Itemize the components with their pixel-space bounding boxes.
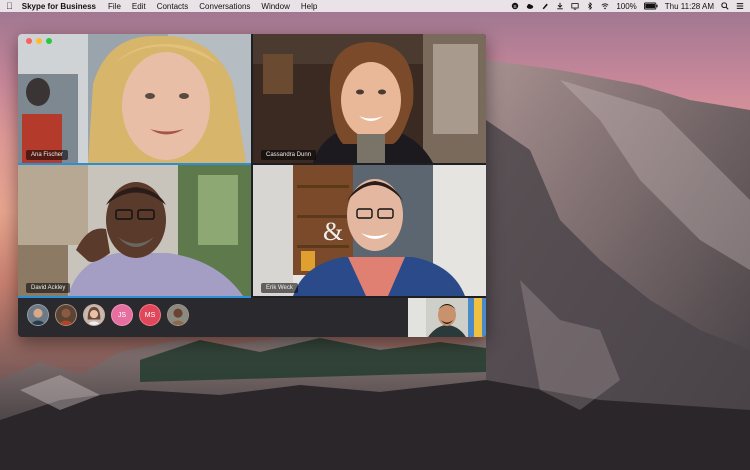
download-icon[interactable]: [556, 2, 564, 10]
avatar-photo: [28, 305, 48, 325]
menu-help[interactable]: Help: [301, 2, 317, 11]
avatar-initials: MS: [144, 311, 156, 319]
participant-video: [18, 165, 251, 296]
participant-name-label: David Ackley: [26, 283, 71, 293]
cloud-icon[interactable]: [526, 2, 534, 10]
video-tile-cassandra-dunn[interactable]: Cassandra Dunn: [253, 34, 486, 163]
svg-text:S: S: [514, 4, 517, 10]
menu-edit[interactable]: Edit: [132, 2, 146, 11]
menu-file[interactable]: File: [108, 2, 121, 11]
avatar-photo: [56, 305, 76, 325]
participant-name-label: Ana Fischer: [26, 150, 69, 160]
status-area: S 100% Thu 11:28 AM: [511, 2, 744, 11]
svg-text:&: &: [323, 217, 343, 246]
avatar-photo: [168, 305, 188, 325]
video-tile-erik-weck[interactable]: & Erik Weck: [253, 165, 486, 296]
roster-avatar-initials[interactable]: MS: [139, 304, 161, 326]
participant-video: &: [253, 165, 486, 296]
roster-avatar[interactable]: [27, 304, 49, 326]
menu-conversations[interactable]: Conversations: [199, 2, 250, 11]
apple-icon[interactable]: : [6, 1, 13, 11]
minimize-window-button[interactable]: [36, 38, 42, 44]
avatar-photo: [84, 305, 104, 325]
battery-icon[interactable]: [643, 2, 658, 10]
skype-icon[interactable]: S: [511, 2, 519, 10]
video-tile-ana-fischer[interactable]: Ana Fischer: [18, 34, 251, 163]
self-video: [408, 298, 486, 337]
menu-contacts[interactable]: Contacts: [157, 2, 189, 11]
participant-video: [253, 34, 486, 163]
display-icon[interactable]: [571, 2, 579, 10]
roster-avatar[interactable]: [83, 304, 105, 326]
roster-avatar-initials[interactable]: JS: [111, 304, 133, 326]
app-menu[interactable]: Skype for Business: [22, 2, 96, 11]
self-view-video[interactable]: [408, 298, 486, 337]
roster-avatar[interactable]: [55, 304, 77, 326]
participant-name-label: Cassandra Dunn: [261, 150, 317, 160]
bluetooth-icon[interactable]: [586, 2, 594, 10]
close-window-button[interactable]: [26, 38, 32, 44]
roster-avatar[interactable]: [167, 304, 189, 326]
maximize-window-button[interactable]: [46, 38, 52, 44]
wifi-icon[interactable]: [601, 2, 609, 10]
clock[interactable]: Thu 11:28 AM: [665, 2, 714, 11]
window-controls: [26, 38, 52, 44]
video-tile-david-ackley[interactable]: David Ackley: [18, 165, 251, 296]
menu-window[interactable]: Window: [261, 2, 289, 11]
menu-bar:  Skype for Business File Edit Contacts …: [0, 0, 750, 12]
battery-percent: 100%: [616, 1, 637, 11]
call-window: Ana Fischer Cassandra Dunn David Ackley …: [18, 34, 486, 337]
pen-icon[interactable]: [541, 2, 549, 10]
search-icon[interactable]: [721, 2, 729, 10]
participant-video: [18, 34, 251, 163]
list-icon[interactable]: [736, 2, 744, 10]
avatar-initials: JS: [117, 311, 127, 319]
participant-name-label: Erik Weck: [261, 283, 298, 293]
